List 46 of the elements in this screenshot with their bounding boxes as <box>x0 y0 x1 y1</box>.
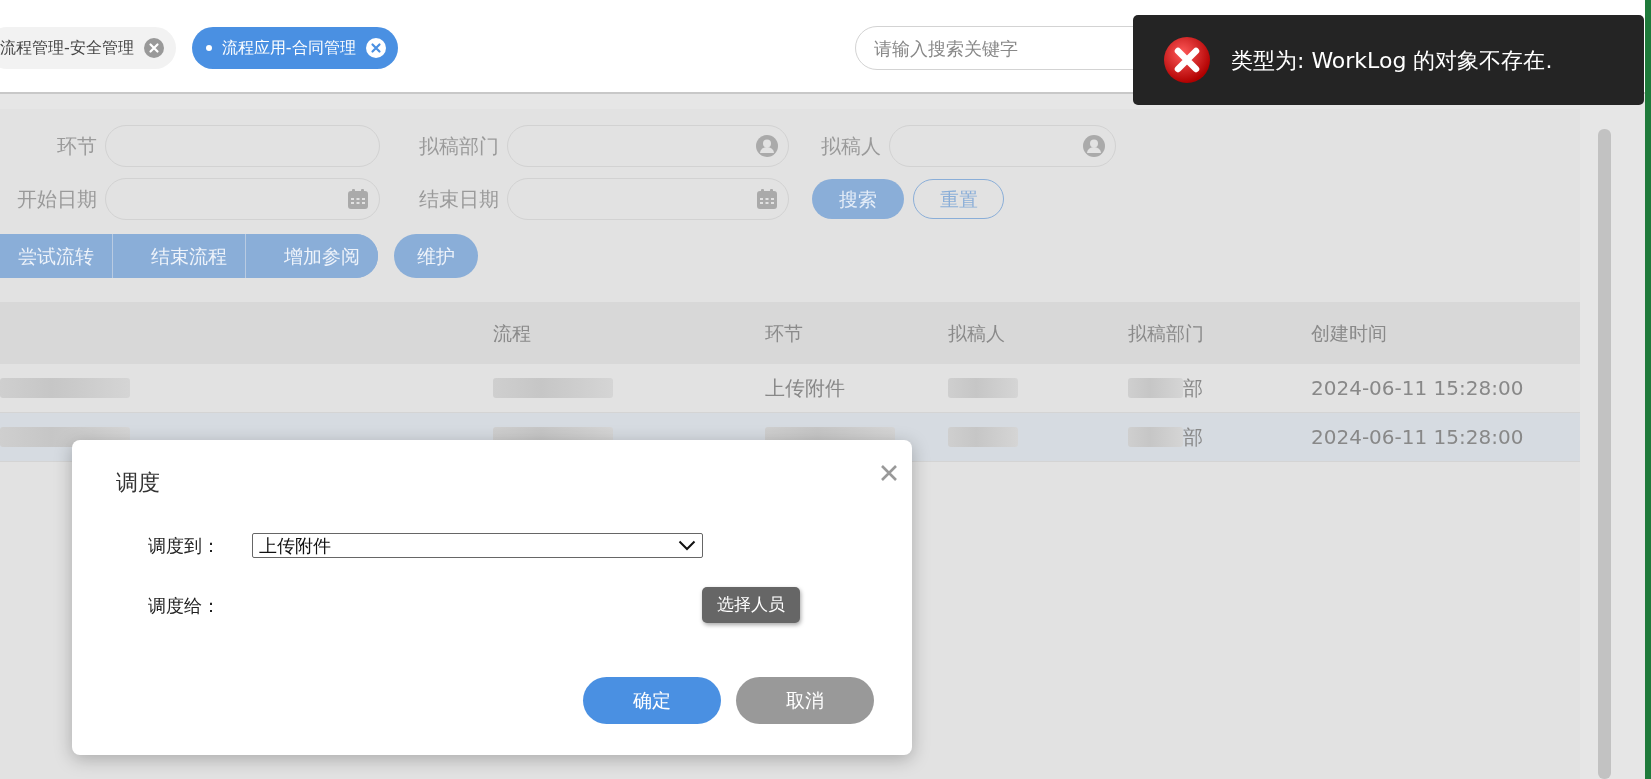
dialog-title: 调度 <box>116 469 160 497</box>
input-field[interactable] <box>507 178 789 220</box>
tab[interactable]: 流程管理-安全管理 <box>0 27 176 69</box>
field-label: 拟稿部门 <box>418 133 500 160</box>
table-cell-text: 2024-06-11 15:28:00 <box>1311 375 1524 402</box>
chevron-down-icon <box>678 539 696 551</box>
blurred-text <box>1128 378 1183 398</box>
field-label: 调度到： <box>148 533 221 558</box>
field-label: 调度给： <box>148 593 221 618</box>
select-field[interactable]: 上传附件 <box>252 532 703 558</box>
select-people-button[interactable]: 选择人员 <box>702 587 800 623</box>
column-header: 创建时间 <box>1311 320 1388 346</box>
input-field[interactable] <box>507 125 789 167</box>
column-header: 流程 <box>493 320 532 346</box>
table-cell-text: 2024-06-11 15:28:00 <box>1311 424 1524 451</box>
column-header: 拟稿人 <box>948 320 1006 346</box>
cancel-button[interactable]: 取消 <box>736 677 874 724</box>
blurred-text <box>1128 427 1183 447</box>
tab[interactable]: 流程应用-合同管理 <box>191 27 398 69</box>
close-icon[interactable] <box>365 38 386 58</box>
field-label: 环节 <box>56 133 98 160</box>
input-field[interactable] <box>105 178 380 220</box>
table-cell-text: 上传附件 <box>765 375 845 402</box>
table-cell-text: 部 <box>1183 375 1203 402</box>
scrollbar-thumb[interactable] <box>1597 129 1611 779</box>
close-icon[interactable] <box>143 38 164 58</box>
action-button[interactable]: 维护 <box>394 234 478 278</box>
column-header: 拟稿部门 <box>1128 320 1205 346</box>
field-label: 拟稿人 <box>820 133 882 160</box>
toast-message: 类型为: WorkLog 的对象不存在. <box>1231 46 1553 75</box>
field-label: 结束日期 <box>418 186 500 213</box>
blurred-text <box>948 427 1018 447</box>
column-header: 环节 <box>765 320 804 346</box>
calendar-icon[interactable] <box>347 188 369 210</box>
input-field[interactable] <box>889 125 1116 167</box>
person-icon[interactable] <box>1083 135 1105 157</box>
close-icon[interactable] <box>880 463 898 482</box>
person-icon[interactable] <box>756 135 778 157</box>
calendar-icon[interactable] <box>756 188 778 210</box>
error-icon <box>1163 36 1211 84</box>
field-label: 开始日期 <box>16 186 98 213</box>
table-cell-text: 部 <box>1183 424 1203 451</box>
confirm-button[interactable]: 确定 <box>583 677 721 724</box>
action-button[interactable]: 增加参阅 <box>245 234 378 278</box>
search-button[interactable]: 搜索 <box>812 179 904 219</box>
blurred-text <box>948 378 1018 398</box>
